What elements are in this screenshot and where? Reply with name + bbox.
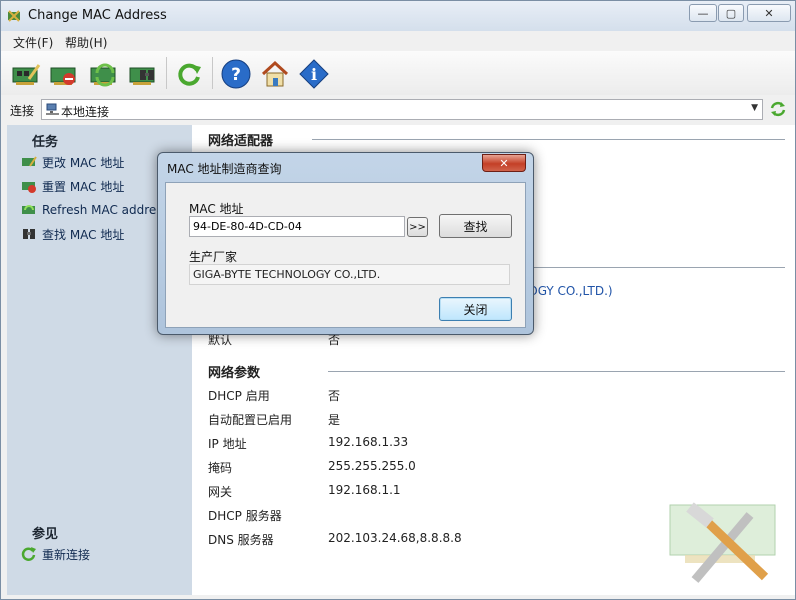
refresh-mac-icon [90,63,116,87]
dialog-body: MAC 地址 >> 查找 生产厂家 GIGA-BYTE TECHNOLOGY C… [165,182,526,328]
refresh-button[interactable] [172,57,206,91]
help-button[interactable]: ? [219,57,253,91]
section-divider [328,371,785,372]
chevron-down-icon: ▼ [751,103,758,113]
vendor-field: GIGA-BYTE TECHNOLOGY CO.,LTD. [189,264,510,285]
param-label: 掩码 [208,461,233,475]
param-value: 192.168.1.33 [328,435,409,449]
reset-mac-button[interactable] [47,57,81,91]
mac-address-label: MAC 地址 [189,202,244,216]
task-find-mac-label: 查找 MAC 地址 [42,227,125,242]
network-connection-icon [46,103,59,115]
svg-text:?: ? [231,65,241,85]
connection-bar: 连接 本地连接 ▼ [1,97,795,123]
mac-address-input[interactable] [189,216,405,237]
params-section-title: 网络参数 [208,366,261,381]
task-change-mac[interactable]: 更改 MAC 地址 [20,153,124,171]
main-window: Change MAC Address — ▢ ✕ 文件(F) 帮助(H) ? i… [0,0,796,600]
close-window-button[interactable]: ✕ [747,4,791,22]
network-card-tools-icon [669,502,776,583]
change-mac-button[interactable] [9,57,43,91]
find-mac-icon [129,67,155,85]
maximize-icon: ▢ [725,6,737,20]
see-also-heading: 参见 [32,527,59,542]
close-icon: ✕ [764,6,774,20]
minimize-icon: — [697,6,709,20]
menu-help[interactable]: 帮助(H) [65,34,107,51]
section-divider [312,139,785,140]
tasks-heading: 任务 [32,135,59,150]
home-icon [261,60,289,87]
dialog-title: MAC 地址制造商查询 [167,162,282,176]
find-button[interactable]: 查找 [439,214,512,238]
toolbar-separator [212,57,213,89]
close-icon: ✕ [499,156,509,170]
help-icon: ? [221,59,251,89]
find-button-label: 查找 [463,219,488,234]
task-change-mac-label: 更改 MAC 地址 [42,155,125,170]
menu-file[interactable]: 文件(F) [13,34,53,51]
param-label: DHCP 服务器 [208,509,282,523]
task-find-mac[interactable]: 查找 MAC 地址 [20,225,124,243]
close-button-label: 关闭 [463,302,488,317]
window-title: Change MAC Address [28,8,167,23]
binoculars-icon [20,226,38,242]
param-label: DHCP 启用 [208,389,270,403]
change-mac-icon [20,154,38,170]
param-value: 是 [328,413,341,427]
maximize-button[interactable]: ▢ [718,4,744,22]
home-button[interactable] [258,57,292,91]
reset-mac-icon [50,67,76,85]
refresh-mac-icon [20,202,38,218]
mac-history-button[interactable]: >> [407,217,428,237]
adapter-section-title: 网络适配器 [208,134,274,149]
param-value: 255.255.255.0 [328,459,416,473]
title-bar[interactable]: Change MAC Address — ▢ ✕ [1,1,795,31]
toolbar: ? i [1,51,795,95]
section-divider [532,267,785,268]
more-arrows-icon: >> [409,221,426,233]
menu-bar: 文件(F) 帮助(H) [1,31,795,51]
param-value: 否 [328,389,341,403]
app-icon [8,10,20,22]
refresh-icon [20,546,38,562]
refresh-mac-button[interactable] [87,57,121,91]
info-button[interactable]: i [297,57,331,91]
mac-vendor-dialog: MAC 地址制造商查询 ✕ MAC 地址 >> 查找 生产厂家 GIGA-BYT… [157,152,534,335]
param-label: 网关 [208,485,233,499]
param-value: 192.168.1.1 [328,483,401,497]
task-reset-mac-label: 重置 MAC 地址 [42,179,125,194]
param-value: 202.103.24.68,8.8.8.8 [328,531,462,545]
dialog-close-button[interactable]: ✕ [482,154,526,172]
minimize-button[interactable]: — [689,4,717,22]
param-label: 自动配置已启用 [208,413,293,427]
task-reconnect-label: 重新连接 [42,547,91,562]
info-icon: i [299,59,329,89]
task-refresh-mac-label: Refresh MAC address [42,203,169,217]
task-reconnect[interactable]: 重新连接 [20,545,90,563]
param-label: DNS 服务器 [208,533,274,547]
change-mac-icon [12,64,41,85]
vendor-value-peek: LOGY CO.,LTD.) [522,284,613,298]
connection-select[interactable]: 本地连接 ▼ [41,99,763,120]
task-reset-mac[interactable]: 重置 MAC 地址 [20,177,124,195]
param-label: IP 地址 [208,437,247,451]
refresh-icon [178,63,201,86]
find-mac-button[interactable] [126,57,160,91]
dialog-close-action-button[interactable]: 关闭 [439,297,512,321]
connection-label: 连接 [10,104,35,118]
refresh-connection-icon[interactable] [769,100,787,118]
svg-text:i: i [311,65,317,84]
connection-selected-value: 本地连接 [61,105,110,119]
task-refresh-mac[interactable]: Refresh MAC address [20,201,169,219]
reset-mac-icon [20,178,38,194]
vendor-label: 生产厂家 [189,250,238,264]
toolbar-separator [166,57,167,89]
